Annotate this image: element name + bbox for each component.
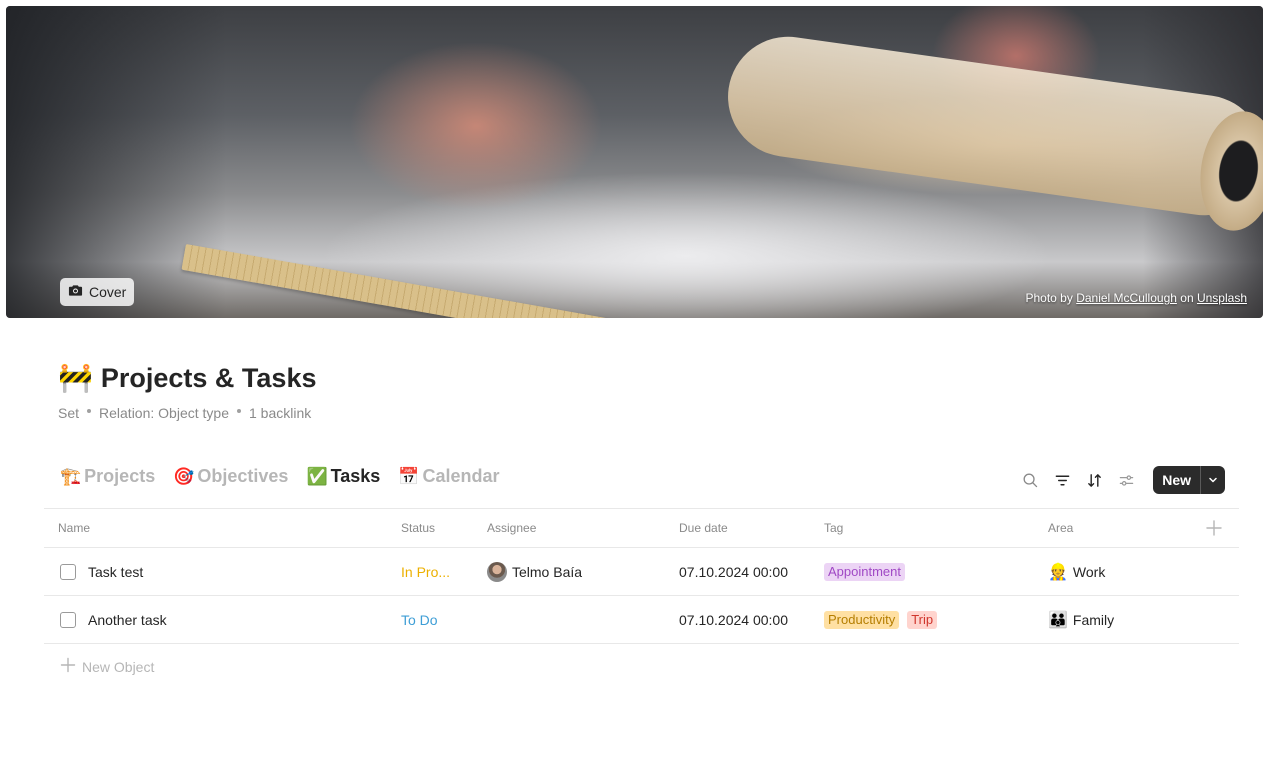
projects-icon: 🏗️ xyxy=(60,466,82,486)
view-toolbar: New xyxy=(1021,466,1225,494)
new-object-button[interactable]: New Object xyxy=(60,657,154,676)
page-emoji-icon[interactable]: 🚧 xyxy=(58,362,93,394)
cover-image: Cover Photo by Daniel McCullough on Unsp… xyxy=(6,6,1263,318)
filter-icon[interactable] xyxy=(1053,471,1071,489)
status-label[interactable]: To Do xyxy=(401,612,438,628)
tab-objectives[interactable]: 🎯 Objectives xyxy=(173,466,288,487)
meta-relation[interactable]: Relation: Object type xyxy=(99,405,229,421)
search-icon[interactable] xyxy=(1021,471,1039,489)
cover-button-label: Cover xyxy=(89,284,127,300)
column-header-due-date[interactable]: Due date xyxy=(679,521,728,535)
add-column-plus-icon[interactable] xyxy=(1205,519,1223,537)
tab-label: Objectives xyxy=(197,466,289,486)
credit-source-link[interactable]: Unsplash xyxy=(1197,291,1247,305)
photo-credit: Photo by Daniel McCullough on Unsplash xyxy=(1025,291,1247,305)
calendar-icon: 📅 xyxy=(398,466,420,486)
task-name[interactable]: Another task xyxy=(88,612,167,628)
meta-backlinks[interactable]: 1 backlink xyxy=(249,405,311,421)
credit-author-link[interactable]: Daniel McCullough xyxy=(1076,291,1177,305)
tag-badge[interactable]: Appointment xyxy=(824,563,905,581)
assignee-name[interactable]: Telmo Baía xyxy=(512,564,582,580)
tag-list[interactable]: Appointment xyxy=(824,548,913,596)
check-mark-icon: ✅ xyxy=(306,466,328,486)
table-row[interactable]: Task test In Pro... Telmo Baía 07.10.202… xyxy=(44,548,1239,596)
plus-icon xyxy=(60,657,76,676)
page-header: 🚧 Projects & Tasks xyxy=(58,362,316,394)
table-row[interactable]: Another task To Do 07.10.2024 00:00 Prod… xyxy=(44,596,1239,644)
column-header-assignee[interactable]: Assignee xyxy=(487,521,536,535)
tasks-table: Name Status Assignee Due date Tag Area T… xyxy=(44,508,1239,644)
meta-separator xyxy=(236,409,241,413)
cover-ruler xyxy=(181,244,738,318)
status-label[interactable]: In Pro... xyxy=(401,564,450,580)
tab-label: Calendar xyxy=(422,466,500,486)
tab-label: Projects xyxy=(84,466,156,486)
credit-prefix: Photo by xyxy=(1025,291,1073,305)
meta-separator xyxy=(87,409,92,413)
new-object-label: New Object xyxy=(82,658,155,675)
table-header: Name Status Assignee Due date Tag Area xyxy=(44,508,1239,548)
task-name[interactable]: Task test xyxy=(88,564,143,580)
task-checkbox[interactable] xyxy=(60,612,76,628)
tag-badge[interactable]: Trip xyxy=(907,611,938,629)
tag-list[interactable]: Productivity Trip xyxy=(824,596,945,644)
due-date[interactable]: 07.10.2024 00:00 xyxy=(679,564,788,580)
page-meta: Set Relation: Object type 1 backlink xyxy=(58,405,311,421)
column-header-name[interactable]: Name xyxy=(58,521,90,535)
new-button-group: New xyxy=(1153,466,1225,494)
sort-icon[interactable] xyxy=(1085,471,1103,489)
tag-badge[interactable]: Productivity xyxy=(824,611,900,629)
worker-icon: 👷 xyxy=(1048,564,1068,581)
area-name[interactable]: Work xyxy=(1073,564,1105,580)
tab-tasks[interactable]: ✅ Tasks xyxy=(306,466,380,487)
new-button[interactable]: New xyxy=(1153,472,1200,488)
column-header-tag[interactable]: Tag xyxy=(824,521,843,535)
due-date[interactable]: 07.10.2024 00:00 xyxy=(679,612,788,628)
tab-projects[interactable]: 🏗️ Projects xyxy=(60,466,155,487)
family-icon: 👪 xyxy=(1048,612,1068,629)
area-name[interactable]: Family xyxy=(1073,612,1114,628)
credit-on: on xyxy=(1180,291,1194,305)
tab-label: Tasks xyxy=(330,466,381,486)
avatar xyxy=(487,562,507,582)
page-title[interactable]: Projects & Tasks xyxy=(101,362,317,394)
camera-icon xyxy=(68,283,83,301)
column-header-status[interactable]: Status xyxy=(401,521,435,535)
view-tabs: 🏗️ Projects 🎯 Objectives ✅ Tasks 📅 Calen… xyxy=(60,466,500,487)
tab-calendar[interactable]: 📅 Calendar xyxy=(398,466,499,487)
chevron-down-icon[interactable] xyxy=(1201,475,1225,485)
target-icon: 🎯 xyxy=(173,466,195,486)
task-checkbox[interactable] xyxy=(60,564,76,580)
column-header-area[interactable]: Area xyxy=(1048,521,1073,535)
cover-button[interactable]: Cover xyxy=(60,278,135,306)
meta-type[interactable]: Set xyxy=(58,405,79,421)
settings-sliders-icon[interactable] xyxy=(1117,471,1135,489)
